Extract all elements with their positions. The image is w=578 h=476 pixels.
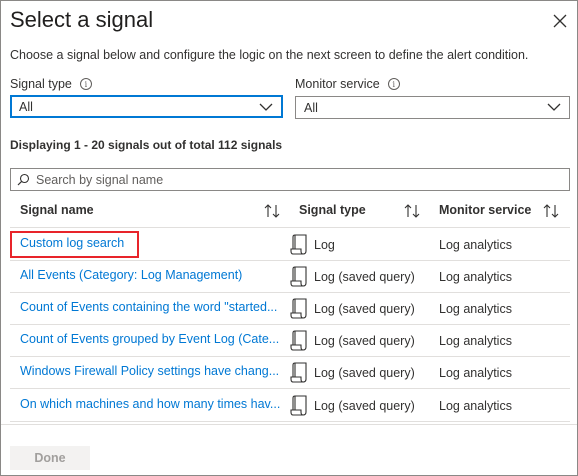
highlight-annotation <box>10 231 139 258</box>
signal-type-text: Log (saved query) <box>314 302 415 316</box>
info-icon: i <box>387 78 400 90</box>
signal-type-text: Log (saved query) <box>314 334 415 348</box>
monitor-service-text: Log analytics <box>439 238 512 252</box>
signal-type-label-group: Signal type i <box>10 77 92 91</box>
monitor-service-value: All <box>304 100 318 115</box>
footer-divider <box>1 424 577 425</box>
signal-name-link[interactable]: All Events (Category: Log Management) <box>20 268 290 282</box>
info-icon: i <box>79 78 92 90</box>
signal-type-cell: Log (saved query) <box>290 265 415 289</box>
monitor-service-text: Log analytics <box>439 302 512 316</box>
log-scroll-icon <box>290 362 307 383</box>
monitor-service-text: Log analytics <box>439 366 512 380</box>
monitor-service-text: Log analytics <box>439 399 512 413</box>
search-input[interactable] <box>36 172 536 187</box>
sort-icon[interactable] <box>542 203 560 219</box>
signal-type-text: Log <box>314 238 335 252</box>
signal-count-text: Displaying 1 - 20 signals out of total 1… <box>10 138 283 152</box>
signal-name-link[interactable]: On which machines and how many times hav… <box>20 397 290 411</box>
sort-icon[interactable] <box>263 203 281 219</box>
signal-type-cell: Log <box>290 233 335 257</box>
column-header-monitor-service[interactable]: Monitor service <box>439 203 531 217</box>
table-row[interactable]: On which machines and how many times hav… <box>10 389 570 421</box>
column-header-signal-name[interactable]: Signal name <box>20 203 94 217</box>
signal-name-link[interactable]: Count of Events grouped by Event Log (Ca… <box>20 332 290 346</box>
panel-title: Select a signal <box>10 7 154 32</box>
signal-name-link[interactable]: Count of Events containing the word "sta… <box>20 300 290 314</box>
monitor-service-dropdown[interactable]: All <box>295 96 570 119</box>
close-icon[interactable] <box>550 11 570 31</box>
table-row[interactable]: Count of Events grouped by Event Log (Ca… <box>10 324 570 356</box>
signal-name-link[interactable]: Windows Firewall Policy settings have ch… <box>20 364 290 378</box>
signal-type-label: Signal type <box>10 77 72 91</box>
signal-type-dropdown[interactable]: All <box>10 95 283 118</box>
panel-description: Choose a signal below and configure the … <box>10 48 529 62</box>
log-scroll-icon <box>290 395 307 416</box>
chevron-down-icon <box>259 103 273 111</box>
log-scroll-icon <box>290 266 307 287</box>
signal-type-cell: Log (saved query) <box>290 361 415 385</box>
row-divider <box>10 421 570 422</box>
table-row[interactable]: Count of Events containing the word "sta… <box>10 292 570 324</box>
signal-type-cell: Log (saved query) <box>290 297 415 321</box>
signal-type-text: Log (saved query) <box>314 366 415 380</box>
monitor-service-label-group: Monitor service i <box>295 77 400 91</box>
log-scroll-icon <box>290 234 307 255</box>
signal-type-cell: Log (saved query) <box>290 394 415 418</box>
chevron-down-icon <box>547 103 561 111</box>
signal-type-text: Log (saved query) <box>314 270 415 284</box>
search-icon <box>17 173 30 186</box>
signal-type-cell: Log (saved query) <box>290 329 415 353</box>
signal-type-value: All <box>19 99 33 114</box>
column-header-signal-type[interactable]: Signal type <box>299 203 366 217</box>
monitor-service-text: Log analytics <box>439 334 512 348</box>
table-row[interactable]: Windows Firewall Policy settings have ch… <box>10 356 570 388</box>
sort-icon[interactable] <box>403 203 421 219</box>
done-button[interactable]: Done <box>10 446 90 470</box>
monitor-service-text: Log analytics <box>439 270 512 284</box>
table-row[interactable]: All Events (Category: Log Management) Lo… <box>10 260 570 292</box>
log-scroll-icon <box>290 330 307 351</box>
monitor-service-label: Monitor service <box>295 77 380 91</box>
signal-type-text: Log (saved query) <box>314 399 415 413</box>
search-box[interactable] <box>10 168 570 191</box>
log-scroll-icon <box>290 298 307 319</box>
select-signal-panel: Select a signal Choose a signal below an… <box>0 0 578 476</box>
